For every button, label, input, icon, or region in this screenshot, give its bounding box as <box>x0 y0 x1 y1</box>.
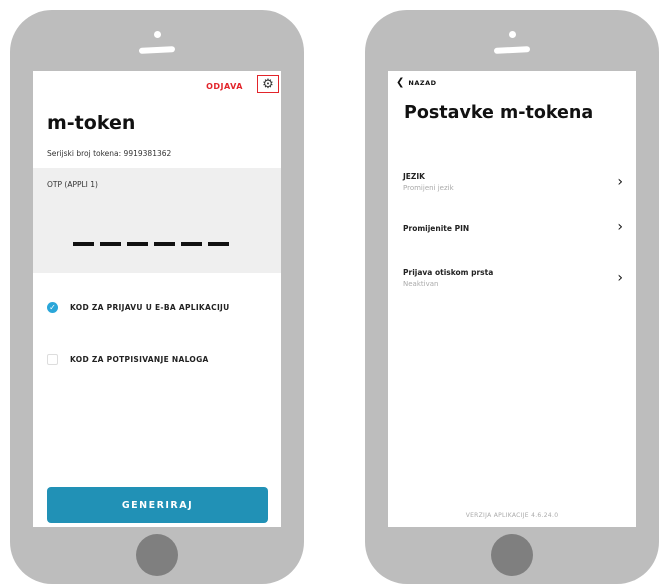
gear-icon: ⚙ <box>262 76 274 92</box>
otp-digit-placeholder <box>154 242 175 246</box>
option-signing-code[interactable]: KOD ZA POTPISIVANJE NALOGA <box>47 354 209 365</box>
back-button[interactable]: ❮ NAZAD <box>396 77 437 88</box>
app-version: VERZIJA APLIKACIJE 4.6.24.0 <box>465 512 559 519</box>
otp-panel: OTP (APPLI 1) <box>33 168 281 273</box>
option-label: KOD ZA PRIJAVU U E-BA APLIKACIJU <box>70 303 230 312</box>
checkbox-checked[interactable]: ✓ <box>47 302 58 313</box>
settings-button[interactable]: ⚙ <box>257 75 279 93</box>
settings-item-language[interactable]: JEZIK Promijeni jezik › <box>403 172 623 192</box>
chevron-right-icon: › <box>617 174 623 190</box>
chevron-left-icon: ❮ <box>396 77 405 88</box>
logout-link[interactable]: ODJAVA <box>206 82 243 91</box>
option-login-code[interactable]: ✓ KOD ZA PRIJAVU U E-BA APLIKACIJU <box>47 302 230 313</box>
item-label: Promijenite PIN <box>403 224 470 233</box>
item-sublabel: Promijeni jezik <box>403 184 454 192</box>
item-sublabel: Neaktivan <box>403 280 439 288</box>
otp-label: OTP (APPLI 1) <box>47 180 98 189</box>
item-label: Prijava otiskom prsta <box>403 268 494 277</box>
phone-left: ODJAVA ⚙ m-token Serijski broj tokena: 9… <box>10 10 304 584</box>
chevron-right-icon: › <box>617 219 623 235</box>
generate-button[interactable]: GENERIRAJ <box>47 487 268 523</box>
otp-digit-placeholder <box>181 242 202 246</box>
camera-dot <box>154 31 161 38</box>
otp-digit-placeholder <box>100 242 121 246</box>
otp-digit-placeholder <box>127 242 148 246</box>
m-token-screen: ODJAVA ⚙ m-token Serijski broj tokena: 9… <box>33 71 281 527</box>
chevron-right-icon: › <box>617 270 623 286</box>
phone-right: ❮ NAZAD Postavke m-tokena JEZIK Promijen… <box>365 10 659 584</box>
camera-dot <box>509 31 516 38</box>
speaker-slot <box>493 46 531 54</box>
otp-digit-placeholder <box>73 242 94 246</box>
back-label: NAZAD <box>408 78 437 87</box>
otp-digit-placeholder <box>208 242 229 246</box>
home-button[interactable] <box>136 534 178 576</box>
serial-number: Serijski broj tokena: 9919381362 <box>47 149 172 158</box>
checkbox-unchecked[interactable] <box>47 354 58 365</box>
item-label: JEZIK <box>403 172 425 181</box>
option-label: KOD ZA POTPISIVANJE NALOGA <box>70 355 209 364</box>
home-button[interactable] <box>491 534 533 576</box>
page-title: Postavke m-tokena <box>404 103 594 123</box>
speaker-slot <box>138 46 176 54</box>
settings-item-fingerprint[interactable]: Prijava otiskom prsta Neaktivan › <box>403 268 623 288</box>
page-title: m-token <box>47 112 136 134</box>
settings-item-change-pin[interactable]: Promijenite PIN › <box>403 219 623 235</box>
settings-screen: ❮ NAZAD Postavke m-tokena JEZIK Promijen… <box>388 71 636 527</box>
checkmark-icon: ✓ <box>49 303 56 312</box>
otp-code-placeholder <box>73 242 229 246</box>
